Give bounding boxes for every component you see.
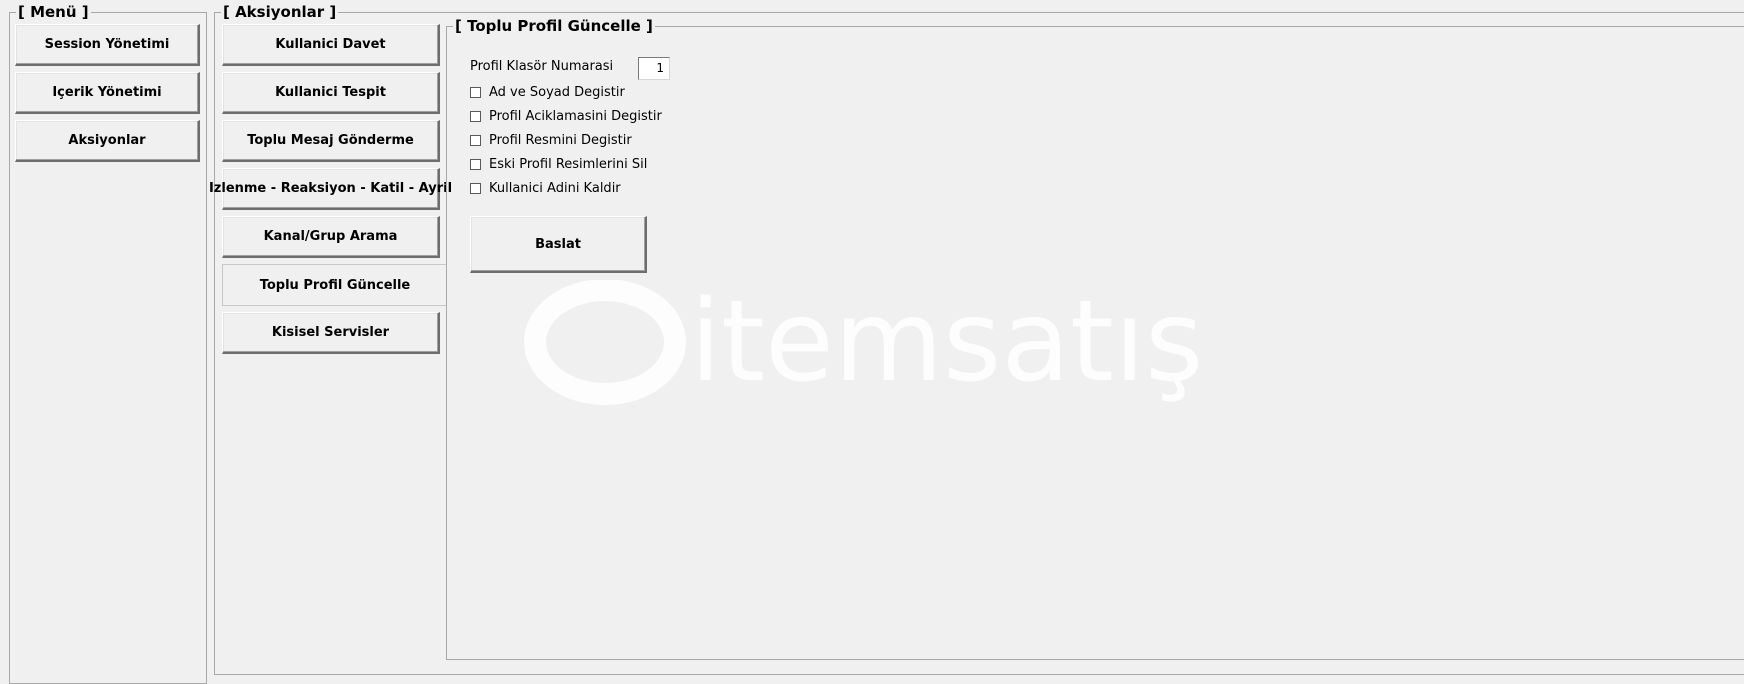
invite-user-button[interactable]: Kullanici Davet xyxy=(222,24,440,66)
option-remove-username[interactable]: Kullanici Adini Kaldir xyxy=(470,181,621,196)
option-label: Kullanici Adini Kaldir xyxy=(489,181,621,196)
checkbox[interactable] xyxy=(470,183,481,194)
folder-number-label: Profil Klasör Numarasi xyxy=(470,59,614,74)
option-change-description[interactable]: Profil Aciklamasini Degistir xyxy=(470,109,662,124)
actions-button[interactable]: Aksiyonlar xyxy=(15,120,200,162)
folder-number-input[interactable]: 1 xyxy=(638,57,670,80)
option-delete-old-pictures[interactable]: Eski Profil Resimlerini Sil xyxy=(470,157,647,172)
actions-group-title: [ Aksiyonlar ] xyxy=(221,3,339,21)
channel-group-search-button[interactable]: Kanal/Grup Arama xyxy=(222,216,440,258)
view-reaction-join-leave-button[interactable]: Izlenme - Reaksiyon - Katil - Ayril xyxy=(209,168,452,210)
detect-user-button[interactable]: Kullanici Tespit xyxy=(222,72,440,114)
bulk-message-button[interactable]: Toplu Mesaj Gönderme xyxy=(222,120,440,162)
option-label: Profil Aciklamasini Degistir xyxy=(489,109,662,124)
content-management-button[interactable]: Içerik Yönetimi xyxy=(15,72,200,114)
option-label: Ad ve Soyad Degistir xyxy=(489,85,625,100)
option-change-picture[interactable]: Profil Resmini Degistir xyxy=(470,133,632,148)
checkbox[interactable] xyxy=(470,87,481,98)
option-change-name[interactable]: Ad ve Soyad Degistir xyxy=(470,85,625,100)
checkbox[interactable] xyxy=(470,111,481,122)
start-button[interactable]: Baslat xyxy=(470,216,647,273)
session-management-button[interactable]: Session Yönetimi xyxy=(15,24,200,66)
bulk-profile-update-button[interactable]: Toplu Profil Güncelle xyxy=(222,264,447,306)
panel-title: [ Toplu Profil Güncelle ] xyxy=(453,17,655,35)
menu-group-title: [ Menü ] xyxy=(16,3,91,21)
checkbox[interactable] xyxy=(470,159,481,170)
personal-services-button[interactable]: Kisisel Servisler xyxy=(222,312,440,354)
option-label: Profil Resmini Degistir xyxy=(489,133,632,148)
option-label: Eski Profil Resimlerini Sil xyxy=(489,157,648,172)
checkbox[interactable] xyxy=(470,135,481,146)
